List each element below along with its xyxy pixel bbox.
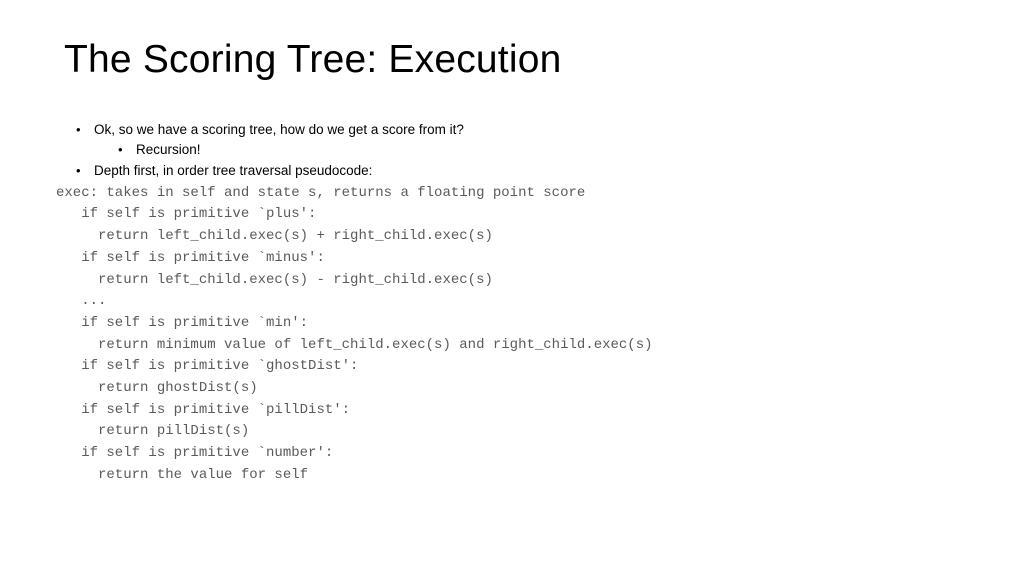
bullet-item: Ok, so we have a scoring tree, how do we… <box>76 120 960 161</box>
code-line: if self is primitive `minus': <box>56 250 325 266</box>
bullet-item: Depth first, in order tree traversal pse… <box>76 161 960 181</box>
bullet-text: Depth first, in order tree traversal pse… <box>94 163 372 178</box>
slide-content: Ok, so we have a scoring tree, how do we… <box>64 120 960 486</box>
code-line: if self is primitive `plus': <box>56 206 316 222</box>
code-line: if self is primitive `number': <box>56 445 333 461</box>
code-line: if self is primitive `min': <box>56 315 308 331</box>
code-line: if self is primitive `pillDist': <box>56 402 350 418</box>
pseudocode-block: exec: takes in self and state s, returns… <box>56 183 960 487</box>
sub-bullet-list: Recursion! <box>94 140 960 160</box>
code-line: return left_child.exec(s) - right_child.… <box>56 272 493 288</box>
code-line: if self is primitive `ghostDist': <box>56 358 358 374</box>
slide-title: The Scoring Tree: Execution <box>64 38 960 82</box>
bullet-list: Ok, so we have a scoring tree, how do we… <box>64 120 960 181</box>
code-line: return ghostDist(s) <box>56 380 258 396</box>
bullet-text: Ok, so we have a scoring tree, how do we… <box>94 122 464 137</box>
sub-bullet-text: Recursion! <box>136 142 201 157</box>
code-line: exec: takes in self and state s, returns… <box>56 185 585 201</box>
code-line: return left_child.exec(s) + right_child.… <box>56 228 493 244</box>
code-line: ... <box>56 293 106 309</box>
code-line: return pillDist(s) <box>56 423 249 439</box>
code-line: return minimum value of left_child.exec(… <box>56 337 653 353</box>
sub-bullet-item: Recursion! <box>118 140 960 160</box>
code-line: return the value for self <box>56 467 308 483</box>
